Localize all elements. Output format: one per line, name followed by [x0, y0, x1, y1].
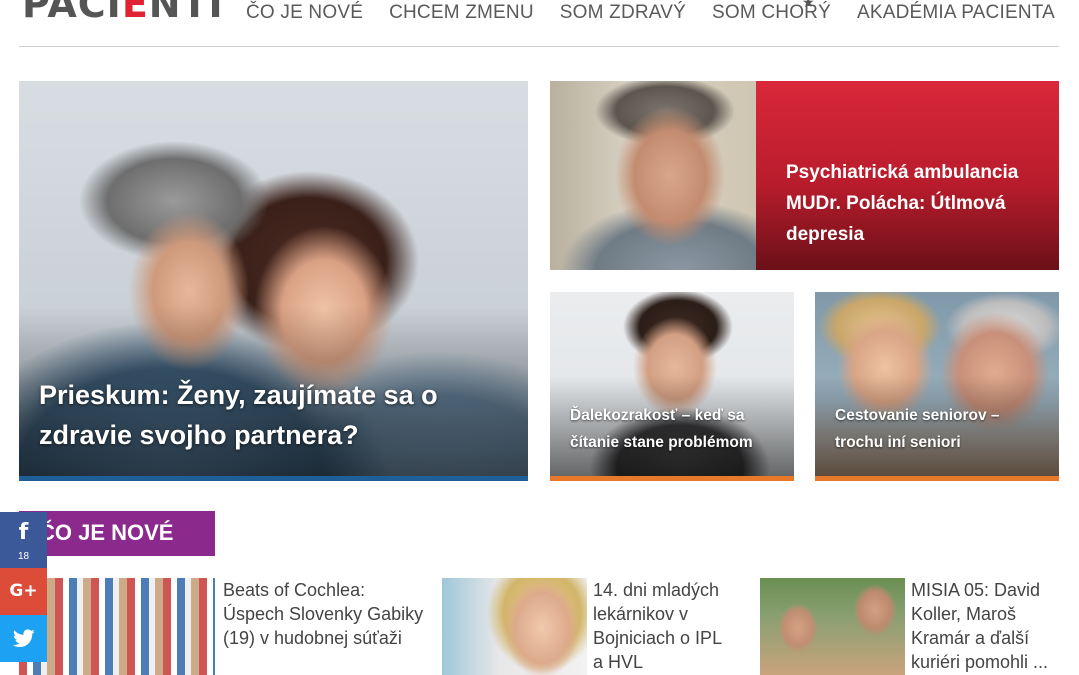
featured-top-right-title[interactable]: Psychiatrická ambulancia MUDr. Polácha: …: [786, 157, 1036, 250]
twitter-share-button[interactable]: [0, 615, 47, 662]
article-thumbnail[interactable]: [19, 578, 215, 675]
main-nav: ČO JE NOVÉ CHCEM ZMENU SOM ZDRAVÝ SOM CH…: [246, 2, 1055, 24]
nav-item-som-zdravy[interactable]: SOM ZDRAVÝ: [560, 2, 686, 24]
nav-item-co-je-nove[interactable]: ČO JE NOVÉ: [246, 2, 363, 24]
header-divider: [19, 46, 1059, 47]
section-heading: ČO JE NOVÉ: [19, 511, 215, 556]
section-heading-label: ČO JE NOVÉ: [39, 520, 174, 545]
article-item[interactable]: MISIA 05: David Koller, Maroš Kramár a ď…: [760, 578, 1060, 675]
featured-small-tile[interactable]: Cestovanie seniorov – trochu iní seniori: [815, 292, 1059, 481]
featured-top-right-photo: [550, 81, 756, 270]
star-icon: ★: [802, 0, 815, 10]
google-plus-icon: G+: [9, 581, 38, 601]
featured-small-tile[interactable]: Ďalekozrakosť – keď sa čítanie stane pro…: [550, 292, 794, 481]
featured-main-tile[interactable]: Prieskum: Ženy, zaujímate sa o zdravie s…: [19, 81, 528, 481]
article-title[interactable]: MISIA 05: David Koller, Maroš Kramár a ď…: [911, 578, 1051, 674]
article-thumbnail[interactable]: [760, 578, 905, 675]
facebook-share-count: 18: [17, 551, 30, 562]
article-title[interactable]: Beats of Cochlea: Úspech Slovenky Gabiky…: [223, 578, 429, 650]
twitter-icon: [13, 629, 35, 648]
article-title[interactable]: 14. dni mladých lekárnikov v Bojniciach …: [593, 578, 733, 674]
featured-top-right-tile[interactable]: Psychiatrická ambulancia MUDr. Polácha: …: [550, 81, 1059, 270]
facebook-icon: f: [18, 520, 29, 545]
featured-main-title[interactable]: Prieskum: Ženy, zaujímate sa o zdravie s…: [39, 375, 459, 455]
article-item[interactable]: Beats of Cochlea: Úspech Slovenky Gabiky…: [19, 578, 429, 675]
article-item[interactable]: 14. dni mladých lekárnikov v Bojniciach …: [442, 578, 742, 675]
featured-small-title[interactable]: Cestovanie seniorov – trochu iní seniori: [835, 402, 1050, 456]
facebook-share-button[interactable]: f 18: [0, 512, 47, 568]
site-logo[interactable]: PACIENTI: [22, 0, 224, 24]
nav-item-akademia-pacienta[interactable]: AKADÉMIA PACIENTA: [857, 2, 1055, 24]
featured-small-title[interactable]: Ďalekozrakosť – keď sa čítanie stane pro…: [570, 402, 785, 456]
nav-item-chcem-zmenu[interactable]: CHCEM ZMENU: [389, 2, 534, 24]
site-header: PACIENTI ČO JE NOVÉ CHCEM ZMENU SOM ZDRA…: [0, 0, 1079, 48]
article-thumbnail[interactable]: [442, 578, 587, 675]
googleplus-share-button[interactable]: G+: [0, 568, 47, 615]
